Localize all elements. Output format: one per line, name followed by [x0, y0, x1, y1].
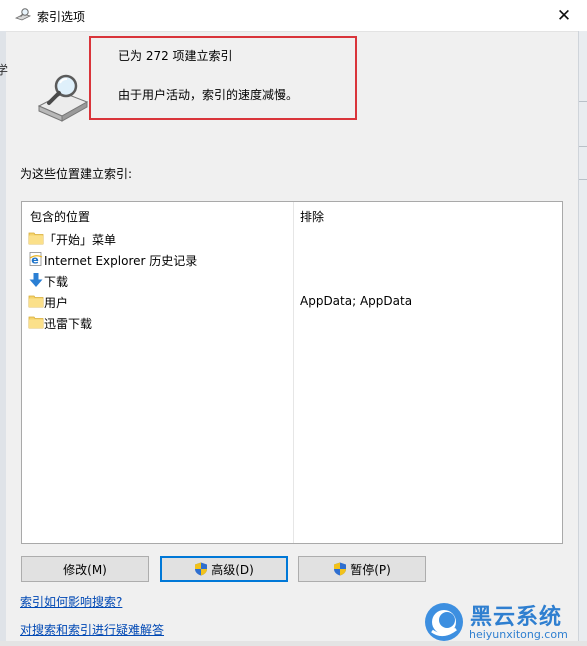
list-item[interactable]: 「开始」菜单: [22, 228, 562, 249]
indexing-activity-text: 由于用户活动，索引的速度减慢。: [118, 88, 299, 102]
column-header-excluded[interactable]: 排除: [300, 208, 324, 225]
background-divider: [579, 101, 587, 102]
internet-explorer-icon: e: [29, 252, 43, 267]
folder-icon: [28, 316, 44, 329]
uac-shield-icon: [195, 562, 208, 576]
indexing-options-icon: [14, 8, 32, 21]
watermark-name: 黑云系统: [470, 605, 563, 630]
pause-button[interactable]: 暂停(P): [298, 556, 426, 582]
modify-button[interactable]: 修改(M): [21, 556, 149, 582]
list-item[interactable]: e Internet Explorer 历史记录: [22, 249, 562, 270]
background-window-right: [578, 31, 587, 646]
list-item[interactable]: 用户 AppData; AppData: [22, 291, 562, 312]
watermark-url: heiyunxitong.com: [469, 628, 568, 641]
location-name: 迅雷下载: [44, 317, 93, 331]
list-item[interactable]: 下载: [22, 270, 562, 291]
background-window-left: 学: [0, 31, 9, 646]
advanced-button-label: 高级(D): [211, 562, 254, 577]
location-name: Internet Explorer 历史记录: [44, 254, 198, 268]
location-exclusions: AppData; AppData: [300, 294, 413, 308]
heiyun-logo-icon: [425, 603, 463, 641]
advanced-button[interactable]: 高级(D): [160, 556, 288, 582]
location-name: 用户: [44, 296, 69, 310]
close-icon: ✕: [556, 5, 572, 26]
column-header-included[interactable]: 包含的位置: [30, 208, 90, 225]
pause-button-label: 暂停(P): [350, 562, 391, 577]
indexed-count-text: 已为 272 项建立索引: [118, 49, 233, 63]
list-item[interactable]: 迅雷下载: [22, 312, 562, 333]
watermark: 黑云系统 heiyunxitong.com: [423, 597, 587, 646]
download-arrow-icon: [29, 273, 43, 287]
background-divider: [579, 179, 587, 180]
uac-shield-icon: [334, 562, 347, 576]
background-divider: [579, 146, 587, 147]
how-indexing-affects-search-link[interactable]: 索引如何影响搜索?: [20, 593, 122, 610]
window-title: 索引选项: [37, 10, 86, 24]
locations-label: 为这些位置建立索引:: [20, 167, 133, 181]
indexing-status-icon: [37, 74, 89, 122]
title-bar: 索引选项 ✕: [0, 0, 587, 32]
modify-button-label: 修改(M): [63, 562, 107, 577]
folder-icon: [28, 295, 44, 308]
location-name: 「开始」菜单: [44, 233, 117, 247]
folder-icon: [28, 232, 44, 245]
close-button[interactable]: ✕: [541, 0, 587, 31]
location-name: 下载: [44, 275, 69, 289]
indexed-locations-list[interactable]: 包含的位置 排除 「开始」菜单 e Internet Explorer 历史记录…: [21, 201, 563, 544]
background-window-text: 学: [0, 63, 9, 77]
troubleshoot-search-link[interactable]: 对搜索和索引进行疑难解答: [20, 621, 164, 638]
